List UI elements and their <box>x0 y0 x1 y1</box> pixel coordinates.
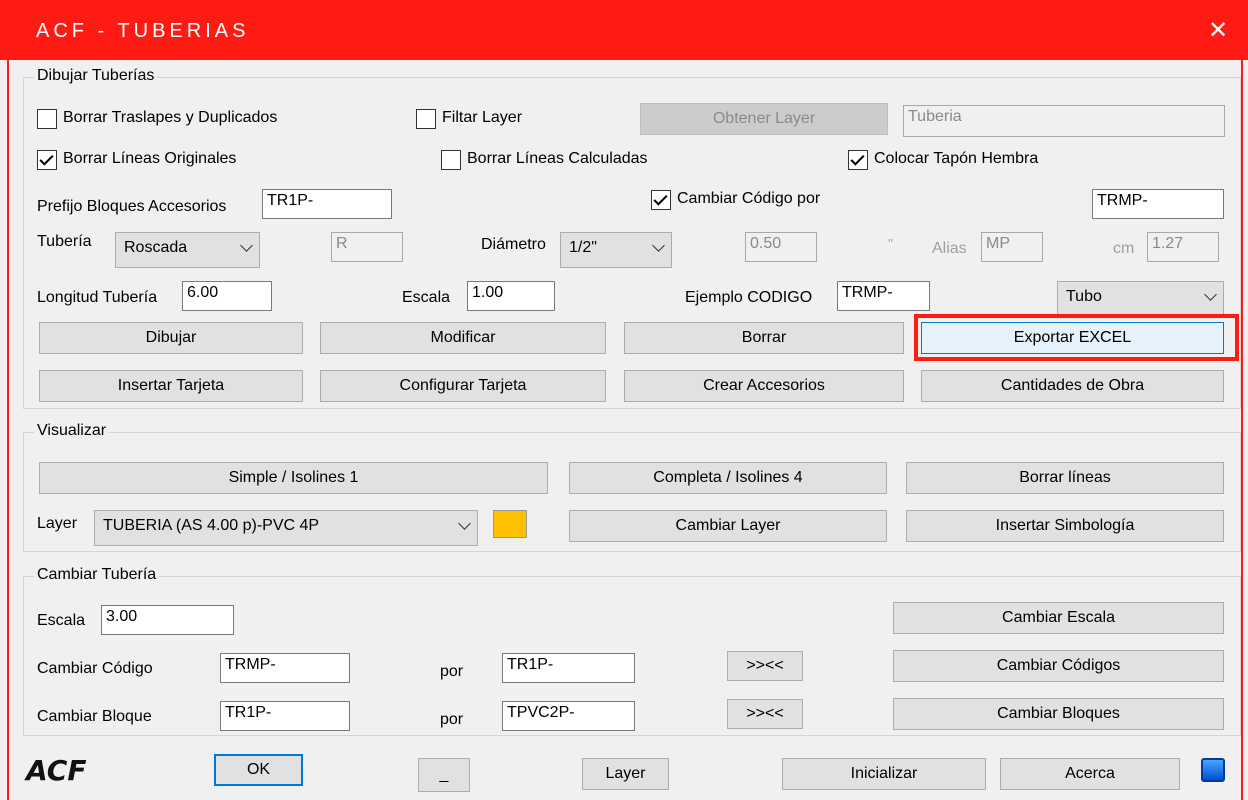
borrar-calculadas-label[interactable]: Borrar Líneas Calculadas <box>467 150 648 168</box>
tipo-select[interactable]: Tubo <box>1057 281 1224 315</box>
modificar-button[interactable]: Modificar <box>320 322 606 354</box>
chevron-down-icon <box>652 239 665 252</box>
exportar-excel-button[interactable]: Exportar EXCEL <box>921 322 1224 354</box>
longitud-field[interactable]: 6.00 <box>182 281 272 311</box>
layer-select-value: TUBERIA (AS 4.00 p)-PVC 4P <box>103 517 320 534</box>
escala-label: Escala <box>402 289 451 306</box>
codigo-swap-button[interactable]: >><< <box>727 651 803 681</box>
tuberia-select-value: Roscada <box>124 239 188 256</box>
chevron-down-icon <box>458 517 471 530</box>
bloque-por-label: por <box>440 711 464 728</box>
colocar-tapon-label[interactable]: Colocar Tapón Hembra <box>874 150 1038 168</box>
borrar-traslapes-checkbox[interactable] <box>37 109 57 129</box>
inch-mark-label: '' <box>888 236 893 251</box>
window-icon[interactable] <box>1201 758 1225 782</box>
escala-field[interactable]: 1.00 <box>467 281 555 311</box>
title-bar: ACF - TUBERIAS ✕ <box>0 0 1248 60</box>
acf-logo: ACF <box>26 754 87 787</box>
bloque-from-field[interactable]: TR1P- <box>220 701 350 731</box>
borrar-traslapes-label[interactable]: Borrar Traslapes y Duplicados <box>63 109 277 127</box>
borrar-calculadas-checkbox[interactable] <box>441 150 461 170</box>
cantidades-obra-button[interactable]: Cantidades de Obra <box>921 370 1224 402</box>
chevron-down-icon <box>240 239 253 252</box>
cambiar-escala-field[interactable]: 3.00 <box>101 605 234 635</box>
bloque-to-field[interactable]: TPVC2P- <box>502 701 635 731</box>
tuberia-select[interactable]: Roscada <box>115 232 260 268</box>
colocar-tapon-checkbox[interactable] <box>848 150 868 170</box>
tipo-select-value: Tubo <box>1066 288 1102 305</box>
prefijo-label: Prefijo Bloques Accesorios <box>37 198 227 215</box>
cambiar-escala-label: Escala <box>37 612 86 629</box>
cambiar-bloques-button[interactable]: Cambiar Bloques <box>893 698 1224 730</box>
cambiar-codigo-label[interactable]: Cambiar Código por <box>677 190 820 208</box>
minimize-button[interactable]: _ <box>418 758 470 792</box>
diametro-select[interactable]: 1/2" <box>560 232 672 268</box>
window-title: ACF - TUBERIAS <box>36 20 250 42</box>
filtar-layer-checkbox[interactable] <box>416 109 436 129</box>
configurar-tarjeta-button[interactable]: Configurar Tarjeta <box>320 370 606 402</box>
codigo-por-label: por <box>440 663 464 680</box>
ok-button[interactable]: OK <box>214 754 303 786</box>
tuberia-code-field[interactable]: R <box>331 232 403 262</box>
crear-accesorios-button[interactable]: Crear Accesorios <box>624 370 904 402</box>
insertar-tarjeta-button[interactable]: Insertar Tarjeta <box>39 370 303 402</box>
inicializar-button[interactable]: Inicializar <box>782 758 986 790</box>
borrar-originales-label[interactable]: Borrar Líneas Originales <box>63 150 236 168</box>
completa-isolines-button[interactable]: Completa / Isolines 4 <box>569 462 887 494</box>
layer-label: Layer <box>37 515 78 532</box>
layer-button[interactable]: Layer <box>582 758 669 790</box>
insertar-simbologia-button[interactable]: Insertar Simbología <box>906 510 1224 542</box>
borrar-lineas-button[interactable]: Borrar líneas <box>906 462 1224 494</box>
ejemplo-codigo-field[interactable]: TRMP- <box>837 281 930 311</box>
dibujar-tuberias-legend: Dibujar Tuberías <box>34 67 158 85</box>
longitud-label: Longitud Tubería <box>37 289 158 306</box>
chevron-down-icon <box>1204 288 1217 301</box>
cambiar-bloque-row-label: Cambiar Bloque <box>37 708 152 725</box>
cambiar-escala-button[interactable]: Cambiar Escala <box>893 602 1224 634</box>
layer-select[interactable]: TUBERIA (AS 4.00 p)-PVC 4P <box>94 510 478 546</box>
prefijo-field[interactable]: TR1P- <box>262 189 392 219</box>
diametro-label: Diámetro <box>481 236 546 253</box>
close-icon[interactable]: ✕ <box>1188 0 1248 60</box>
ejemplo-codigo-label: Ejemplo CODIGO <box>685 289 813 306</box>
cambiar-codigo-row-label: Cambiar Código <box>37 660 153 677</box>
acerca-button[interactable]: Acerca <box>1000 758 1180 790</box>
layer-filter-field[interactable]: Tuberia <box>903 105 1225 137</box>
diametro-value-field[interactable]: 0.50 <box>745 232 817 262</box>
bloque-swap-button[interactable]: >><< <box>727 699 803 729</box>
alias-field[interactable]: MP <box>981 232 1043 262</box>
borrar-button[interactable]: Borrar <box>624 322 904 354</box>
cambiar-codigos-button[interactable]: Cambiar Códigos <box>893 650 1224 682</box>
dibujar-button[interactable]: Dibujar <box>39 322 303 354</box>
cambiar-codigo-checkbox[interactable] <box>651 190 671 210</box>
visualizar-legend: Visualizar <box>34 422 110 440</box>
acf-tuberias-window: ACF - TUBERIAS ✕ Dibujar Tuberías Borrar… <box>0 0 1248 800</box>
tuberia-label: Tubería <box>37 233 92 250</box>
cambiar-layer-button[interactable]: Cambiar Layer <box>569 510 887 542</box>
filtar-layer-label[interactable]: Filtar Layer <box>442 109 522 127</box>
borrar-originales-checkbox[interactable] <box>37 150 57 170</box>
diametro-select-value: 1/2" <box>569 239 597 256</box>
cm-label: cm <box>1113 240 1135 257</box>
cm-field[interactable]: 1.27 <box>1147 232 1219 262</box>
codigo-to-field[interactable]: TR1P- <box>502 653 635 683</box>
codigo-from-field[interactable]: TRMP- <box>220 653 350 683</box>
alias-label: Alias <box>932 240 967 257</box>
simple-isolines-button[interactable]: Simple / Isolines 1 <box>39 462 548 494</box>
cambiar-codigo-field[interactable]: TRMP- <box>1092 189 1224 219</box>
layer-color-swatch[interactable] <box>493 510 527 538</box>
cambiar-tuberia-legend: Cambiar Tubería <box>34 566 160 584</box>
obtener-layer-button[interactable]: Obtener Layer <box>640 103 888 135</box>
